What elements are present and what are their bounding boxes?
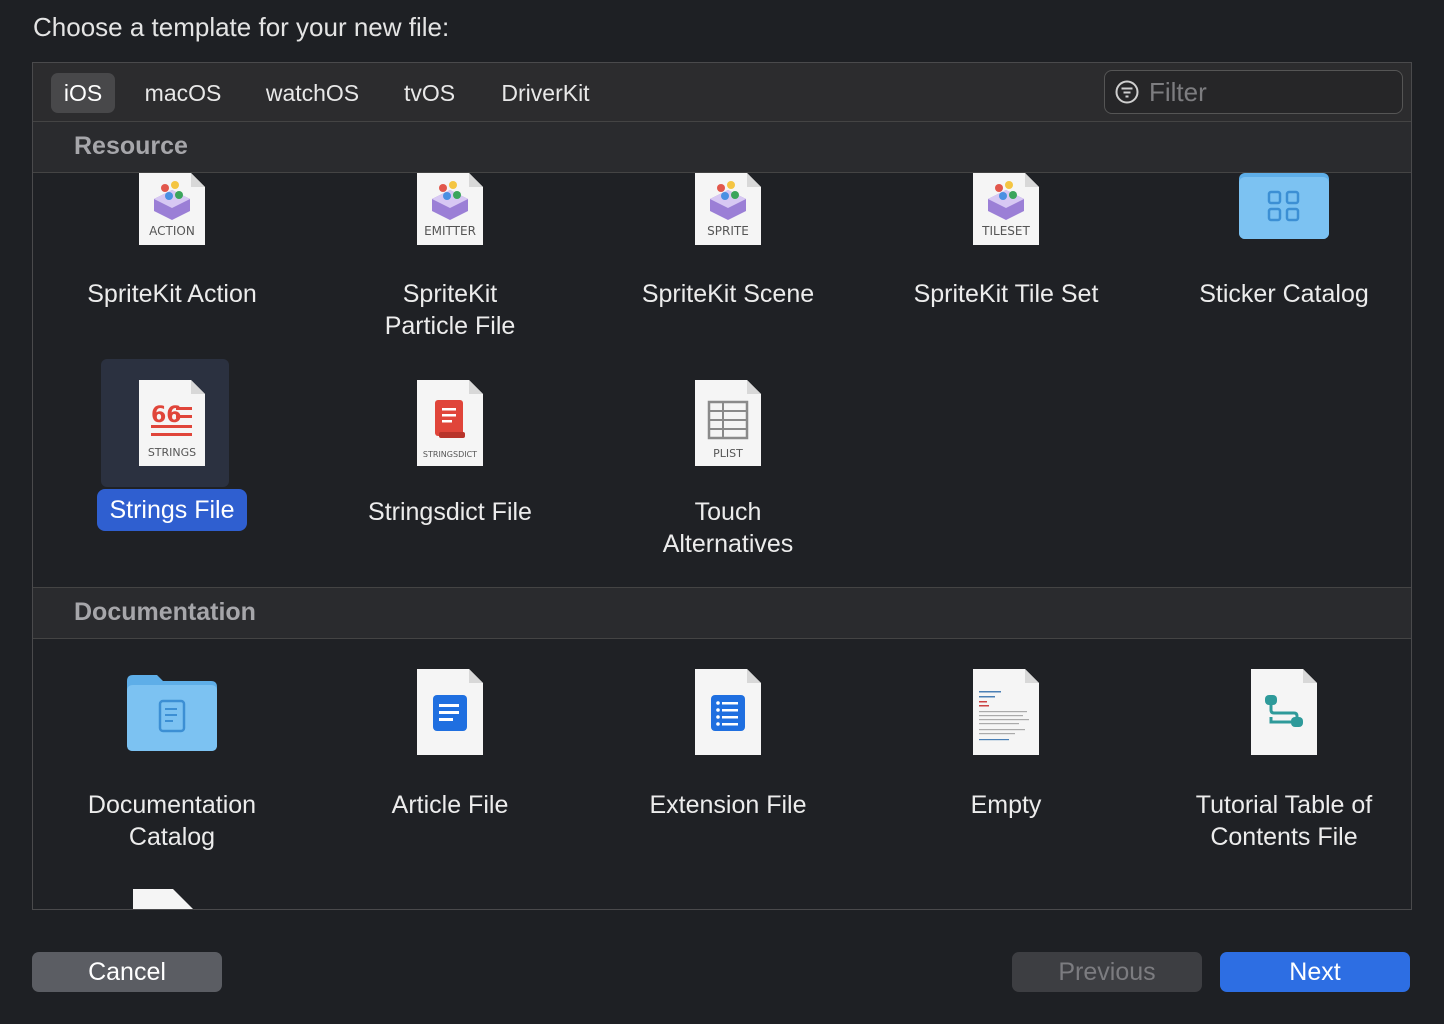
template-sticker-catalog[interactable]: Sticker Catalog (1145, 173, 1411, 373)
plist-icon: PLIST (695, 380, 761, 466)
template-stringsdict-file[interactable]: STRINGSDICT Stringsdict File (311, 359, 589, 559)
template-label: Strings File (33, 489, 311, 531)
stringsdict-icon: STRINGSDICT (417, 380, 483, 466)
template-label: SpriteKit Action (87, 280, 257, 308)
empty-file-icon (973, 669, 1039, 755)
template-spritekit-scene[interactable]: SPRITE SpriteKit Scene (589, 173, 867, 373)
spritekit-action-icon: ACTION (139, 173, 205, 245)
tab-macos[interactable]: macOS (133, 73, 233, 113)
template-empty[interactable]: Empty (867, 669, 1145, 869)
template-label: Article File (391, 791, 509, 819)
template-label: Stringsdict File (368, 498, 532, 526)
template-label: Empty (970, 791, 1042, 819)
file-icon-partial (133, 889, 193, 909)
template-panel: iOS macOS watchOS tvOS DriverKit Resourc… (32, 62, 1412, 910)
template-article-file[interactable]: Article File (311, 669, 589, 869)
filter-field[interactable] (1104, 70, 1403, 114)
spritekit-scene-icon: SPRITE (695, 173, 761, 245)
section-header-resource: Resource (33, 122, 1411, 173)
tab-tvos[interactable]: tvOS (391, 73, 468, 113)
template-label: Documentation Catalog (87, 791, 257, 851)
section-header-documentation: Documentation (33, 588, 1411, 639)
article-icon (417, 669, 483, 755)
template-label: SpriteKit Particle File (384, 280, 516, 340)
section-title-documentation: Documentation (74, 598, 256, 626)
next-button[interactable]: Next (1220, 952, 1410, 992)
prompt-label: Choose a template for your new file: (33, 12, 450, 42)
template-label: Extension File (649, 791, 807, 819)
template-label: SpriteKit Tile Set (913, 280, 1099, 308)
selected-label: Strings File (97, 489, 247, 531)
template-tutorial-toc[interactable]: Tutorial Table of Contents File (1145, 669, 1411, 869)
svg-text:STRINGSDICT: STRINGSDICT (423, 450, 477, 459)
folder-doc-icon (127, 675, 217, 751)
template-spritekit-particle[interactable]: EMITTER SpriteKit Particle File (311, 173, 589, 373)
spritekit-emitter-icon: EMITTER (417, 173, 483, 245)
svg-text:STRINGS: STRINGS (148, 446, 196, 459)
tab-ios[interactable]: iOS (51, 73, 115, 113)
svg-text:SPRITE: SPRITE (707, 224, 749, 238)
template-label: SpriteKit Scene (641, 280, 815, 308)
template-spritekit-action[interactable]: ACTION SpriteKit Action (33, 173, 311, 373)
template-spritekit-tileset[interactable]: TILESET SpriteKit Tile Set (867, 173, 1145, 373)
section-title-resource: Resource (74, 132, 188, 160)
template-label: Sticker Catalog (1199, 280, 1369, 308)
tab-driverkit[interactable]: DriverKit (489, 73, 602, 113)
filter-input[interactable] (1147, 74, 1391, 110)
spritekit-tileset-icon: TILESET (973, 173, 1039, 245)
template-extension-file[interactable]: Extension File (589, 669, 867, 869)
template-strings-file[interactable]: 66 STRINGS Strings File (33, 359, 311, 559)
platform-bar: iOS macOS watchOS tvOS DriverKit (33, 63, 1411, 122)
previous-button[interactable]: Previous (1012, 952, 1202, 992)
svg-text:ACTION: ACTION (149, 224, 195, 238)
filter-icon (1115, 80, 1139, 104)
svg-text:EMITTER: EMITTER (424, 224, 476, 238)
template-label: Touch Alternatives (662, 498, 794, 558)
template-touch-alternatives[interactable]: PLIST Touch Alternatives (589, 359, 867, 559)
tab-watchos[interactable]: watchOS (255, 73, 370, 113)
cancel-button[interactable]: Cancel (32, 952, 222, 992)
strings-file-icon: 66 STRINGS (139, 380, 205, 466)
template-label: Tutorial Table of Contents File (1195, 791, 1373, 851)
extension-icon (695, 669, 761, 755)
tutorial-toc-icon (1251, 669, 1317, 755)
template-documentation-catalog[interactable]: Documentation Catalog (33, 669, 311, 869)
svg-text:PLIST: PLIST (713, 447, 743, 460)
sticker-catalog-icon (1239, 173, 1329, 239)
svg-text:TILESET: TILESET (981, 224, 1030, 238)
